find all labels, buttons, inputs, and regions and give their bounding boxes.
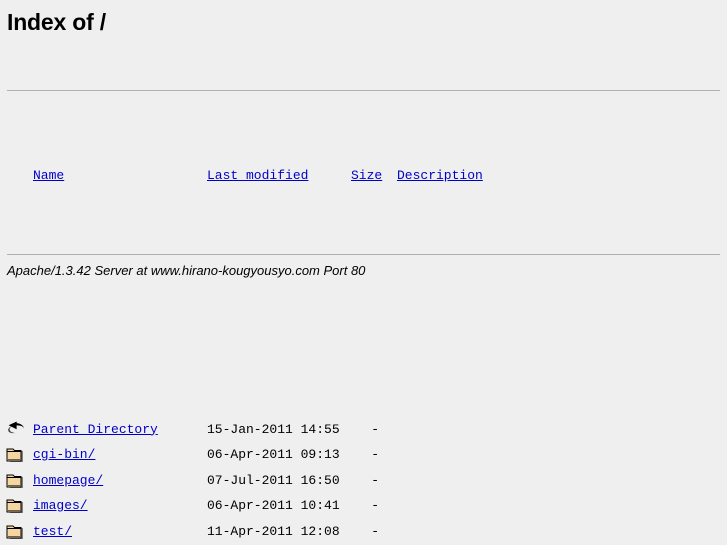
column-header-description-link[interactable]: Description xyxy=(397,168,483,183)
folder-icon xyxy=(6,522,26,542)
directory-link[interactable]: images/ xyxy=(33,498,88,513)
directory-index-page: Index of / Name Last modified Size Descr… xyxy=(0,0,727,545)
table-row: Parent Directory 15-Jan-2011 14:55 - xyxy=(0,417,727,443)
column-header-name-link[interactable]: Name xyxy=(33,168,64,183)
table-row: images/06-Apr-2011 10:41 - xyxy=(0,493,727,519)
table-cell-name: Parent Directory xyxy=(33,417,158,443)
page-title: Index of / xyxy=(7,9,106,35)
directory-link[interactable]: cgi-bin/ xyxy=(33,447,95,462)
column-header-last-modified-link[interactable]: Last modified xyxy=(207,168,308,183)
table-cell-size: - xyxy=(371,421,379,437)
table-cell-size: - xyxy=(371,472,379,488)
header-divider xyxy=(7,90,720,91)
column-header-size[interactable]: Size xyxy=(351,164,382,187)
server-signature: Apache/1.3.42 Server at www.hirano-kougy… xyxy=(7,263,366,278)
table-row: cgi-bin/06-Apr-2011 09:13 - xyxy=(0,442,727,468)
folder-icon xyxy=(6,496,26,516)
column-header-size-link[interactable]: Size xyxy=(351,168,382,183)
table-cell-last-modified: 11-Apr-2011 12:08 xyxy=(207,523,340,539)
table-cell-name: images/ xyxy=(33,493,88,519)
table-cell-last-modified: 06-Apr-2011 10:41 xyxy=(207,498,340,513)
footer-divider xyxy=(7,254,720,255)
folder-icon xyxy=(6,445,26,465)
directory-link[interactable]: homepage/ xyxy=(33,473,103,488)
back-icon xyxy=(6,420,26,440)
table-cell-size: - xyxy=(371,447,379,462)
table-body: Parent Directory 15-Jan-2011 14:55- cgi-bi… xyxy=(0,417,727,545)
folder-icon xyxy=(6,471,26,491)
directory-link[interactable]: test/ xyxy=(33,524,72,539)
directory-link[interactable]: Parent Directory xyxy=(33,422,158,437)
table-cell-size: - xyxy=(371,498,379,513)
column-header-last-modified[interactable]: Last modified xyxy=(207,164,308,187)
table-cell-last-modified: 15-Jan-2011 14:55 xyxy=(207,421,340,437)
table-row: homepage/07-Jul-2011 16:50 - xyxy=(0,468,727,494)
table-cell-name: homepage/ xyxy=(33,468,103,494)
column-header-name[interactable]: Name xyxy=(33,164,64,187)
listing-spacer xyxy=(0,289,727,315)
directory-listing: Name Last modified Size Description Pare… xyxy=(0,62,727,545)
table-header-row: Name Last modified Size Description xyxy=(0,164,727,187)
table-row: test/11-Apr-2011 12:08 - xyxy=(0,519,727,545)
table-cell-name: cgi-bin/ xyxy=(33,442,95,468)
table-cell-last-modified: 07-Jul-2011 16:50 xyxy=(207,472,340,488)
table-cell-name: test/ xyxy=(33,519,72,545)
column-header-description[interactable]: Description xyxy=(397,164,483,187)
table-cell-size: - xyxy=(371,523,379,539)
table-cell-last-modified: 06-Apr-2011 09:13 xyxy=(207,447,340,462)
